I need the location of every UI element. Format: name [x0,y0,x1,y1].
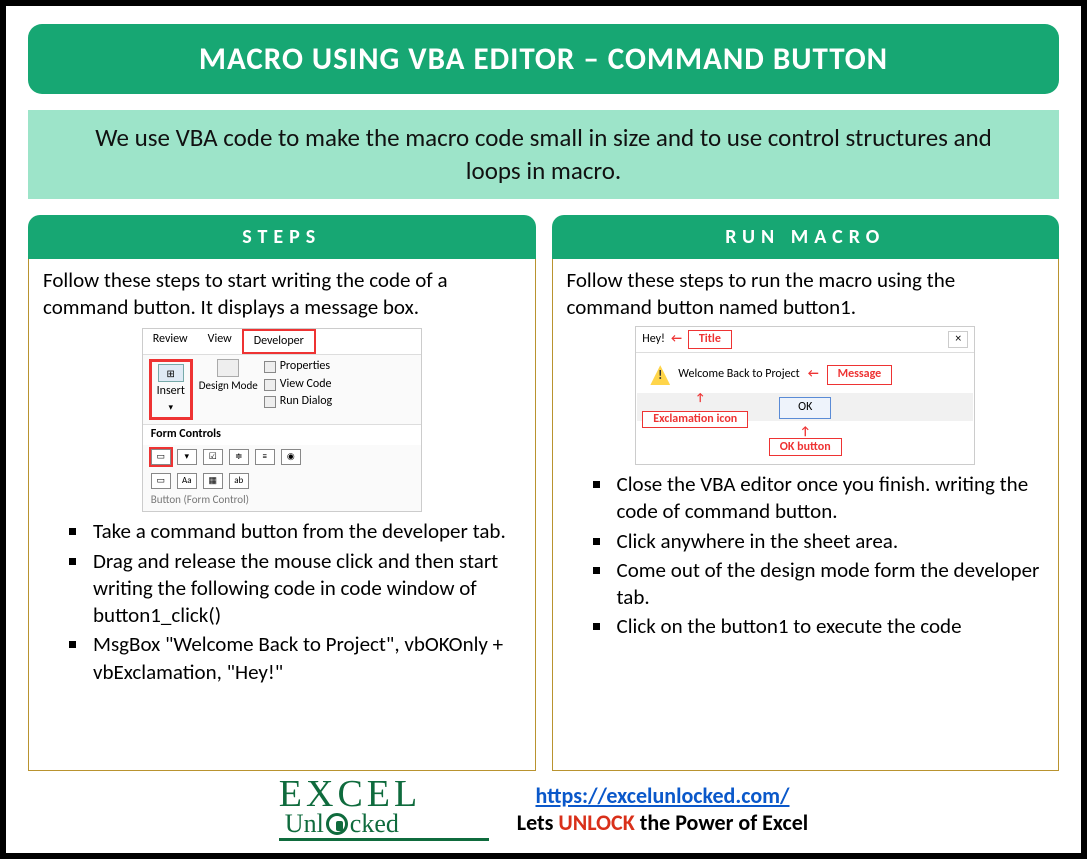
steps-list: Take a command button from the developer… [43,518,521,686]
list-item: Click on the button1 to execute the code [613,613,1045,640]
run-column: RUN MACRO Follow these steps to run the … [552,215,1060,771]
option-control-icon: ◉ [281,449,301,465]
ctrl-icon: Aa [177,473,197,489]
footer-tagline: Lets UNLOCK the Power of Excel [517,809,808,836]
list-item: Take a command button from the developer… [89,518,521,545]
exclamation-icon: ! [650,365,670,385]
steps-column: STEPS Follow these steps to start writin… [28,215,536,771]
message-label: Message [827,365,893,385]
steps-body: Follow these steps to start writing the … [28,259,536,771]
run-list: Close the VBA editor once you finish. wr… [567,471,1045,641]
page-title: MACRO USING VBA EDITOR – COMMAND BUTTON [28,24,1059,94]
form-controls-label: Form Controls [143,424,421,445]
viewcode-item: View Code [264,377,332,393]
list-item: Click anywhere in the sheet area. [613,528,1045,555]
tab-developer: Developer [242,329,316,355]
title-label: Title [688,330,732,350]
list-item: Close the VBA editor once you finish. wr… [613,471,1045,526]
insert-button: ⊞ Insert▾ [149,359,193,420]
steps-intro: Follow these steps to start writing the … [43,267,521,322]
arrow-icon: ← [808,367,819,383]
list-item: Come out of the design mode form the dev… [613,557,1045,612]
list-item: Drag and release the mouse click and the… [89,548,521,630]
list-item: MsgBox "Welcome Back to Project", vbOKOn… [89,631,521,686]
rundialog-item: Run Dialog [264,394,332,410]
form-controls-row-2: ▭ Aa ▦ ab [143,469,421,493]
tab-review: Review [143,329,198,355]
footer: EXCEL Unlcked https://excelunlocked.com/… [28,771,1059,841]
ok-button: OK [779,397,831,419]
rundialog-icon [264,396,276,408]
ok-label: OK button [769,438,842,456]
form-controls-row: ▭ ▾ ☑ ≑ ≡ ◉ [143,445,421,469]
insert-icon: ⊞ [158,364,184,382]
ctrl-icon: ▭ [151,473,171,489]
tab-view: View [198,329,242,355]
form-caption: Button (Form Control) [143,493,421,511]
icon-label: Exclamation icon [642,411,748,428]
spin-control-icon: ≑ [229,449,249,465]
steps-header: STEPS [28,215,536,259]
close-icon: × [948,331,968,349]
ribbon-screenshot: Review View Developer ⊞ Insert▾ Design M… [142,328,422,513]
properties-icon [264,361,276,373]
viewcode-icon [264,379,276,391]
lock-icon [326,813,348,835]
list-control-icon: ≡ [255,449,275,465]
combo-control-icon: ▾ [177,449,197,465]
logo-top: EXCEL [279,777,489,811]
ctrl-icon: ▦ [203,473,223,489]
insert-label: Insert [157,384,185,398]
msgbox-message: Welcome Back to Project [678,367,799,383]
check-control-icon: ☑ [203,449,223,465]
ribbon-tabs: Review View Developer [143,329,421,356]
arrow-icon: ← [671,332,682,348]
run-header: RUN MACRO [552,215,1060,259]
design-mode: Design Mode [199,359,258,393]
msgbox-title-text: Hey! [642,332,665,348]
arrow-icon: ↑ [695,391,705,405]
design-icon [217,359,239,377]
logo-bottom: Unlcked [285,812,489,835]
run-intro: Follow these steps to run the macro usin… [567,267,1045,322]
footer-link[interactable]: https://excelunlocked.com/ [535,782,789,809]
properties-item: Properties [264,359,332,375]
msgbox-screenshot: Hey! ← Title × ! Welcome Back to Project… [635,326,975,465]
page-subtitle: We use VBA code to make the macro code s… [28,110,1059,199]
logo-underline [279,838,489,841]
ctrl-icon: ab [229,473,249,489]
button-control-icon: ▭ [151,449,171,465]
logo: EXCEL Unlcked [279,777,489,841]
run-body: Follow these steps to run the macro usin… [552,259,1060,771]
columns: STEPS Follow these steps to start writin… [28,215,1059,771]
